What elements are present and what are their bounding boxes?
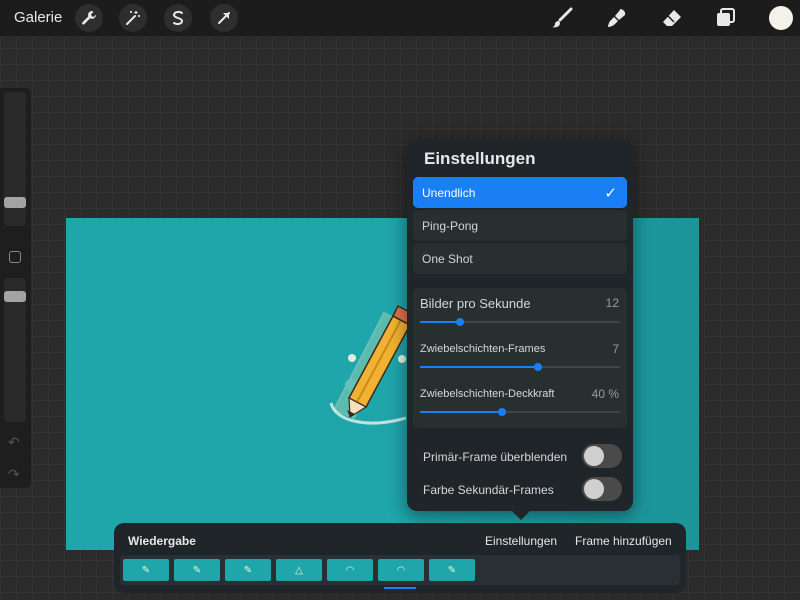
playback-button[interactable]: Wiedergabe [128, 534, 196, 548]
toggle-knob [584, 446, 604, 466]
animation-sliders: Bilder pro Sekunde 12 Zwiebelschichten-F… [413, 288, 627, 428]
transform-arrow-icon[interactable] [210, 4, 238, 32]
frame-thumbnail[interactable]: ◠ [327, 559, 373, 581]
undo-icon[interactable]: ↶ [8, 434, 20, 451]
mode-one-shot[interactable]: One Shot [413, 243, 627, 274]
top-toolbar: Galerie [0, 0, 800, 36]
frame-glyph: ✎ [192, 564, 202, 576]
brush-size-thumb[interactable] [4, 197, 26, 208]
mode-label: Unendlich [422, 185, 476, 200]
animation-settings-popover: Einstellungen Unendlich ✓ Ping-Pong One … [407, 140, 633, 511]
frame-timeline[interactable]: ✎ ✎ ✎ △ ◠ ◠ ✎ [120, 555, 680, 585]
mode-infinite[interactable]: Unendlich ✓ [413, 177, 627, 208]
wrench-icon[interactable] [75, 4, 103, 32]
color-secondary-label: Farbe Sekundär-Frames [423, 483, 554, 497]
fps-slider-fill [420, 321, 460, 323]
onion-opacity-slider-knob[interactable] [498, 408, 506, 416]
blend-primary-toggle[interactable] [582, 444, 622, 468]
add-frame-button[interactable]: Frame hinzufügen [575, 534, 672, 548]
onion-frames-slider-fill [420, 366, 538, 368]
onion-frames-label: Zwiebelschichten-Frames [420, 343, 546, 355]
frame-glyph: ✎ [447, 564, 457, 576]
frame-glyph: ◠ [396, 564, 406, 576]
brush-icon[interactable] [549, 5, 575, 31]
redo-icon[interactable]: ↷ [8, 466, 20, 483]
mode-ping-pong[interactable]: Ping-Pong [413, 210, 627, 241]
color-secondary-toggle[interactable] [582, 477, 622, 501]
popover-arrow [510, 509, 532, 520]
eraser-icon[interactable] [659, 5, 685, 31]
mode-label: Ping-Pong [422, 218, 479, 233]
magic-wand-icon[interactable] [119, 4, 147, 32]
frame-thumbnail[interactable]: ✎ [123, 559, 169, 581]
frame-glyph: ◠ [345, 564, 355, 576]
fps-label: Bilder pro Sekunde [420, 296, 531, 311]
frame-glyph: ✎ [141, 564, 151, 576]
settings-button[interactable]: Einstellungen [485, 534, 557, 548]
fps-slider-knob[interactable] [456, 318, 464, 326]
selection-icon[interactable] [164, 4, 192, 32]
gallery-button[interactable]: Galerie [14, 9, 62, 26]
smudge-icon[interactable] [604, 5, 630, 31]
fps-value: 12 [605, 296, 619, 310]
current-frame-indicator [384, 587, 416, 589]
frame-glyph: △ [295, 564, 303, 576]
frame-glyph: ✎ [243, 564, 253, 576]
onion-opacity-slider[interactable] [420, 408, 620, 416]
color-picker-button[interactable] [769, 6, 793, 30]
checkmark-icon: ✓ [604, 185, 617, 202]
onion-opacity-slider-fill [420, 411, 502, 413]
modify-button[interactable] [9, 251, 21, 263]
opacity-thumb[interactable] [4, 291, 26, 302]
frame-thumbnail[interactable]: △ [276, 559, 322, 581]
onion-opacity-label: Zwiebelschichten-Deckkraft [420, 388, 555, 400]
animation-assist-bar: Wiedergabe Einstellungen Frame hinzufüge… [114, 523, 686, 593]
left-sidebar: ↶ ↷ [0, 88, 31, 488]
frame-thumbnail[interactable]: ✎ [429, 559, 475, 581]
layers-icon[interactable] [713, 5, 739, 31]
onion-frames-slider-knob[interactable] [534, 363, 542, 371]
frame-thumbnail[interactable]: ✎ [225, 559, 271, 581]
frame-thumbnail[interactable]: ✎ [174, 559, 220, 581]
popover-title: Einstellungen [424, 149, 536, 168]
fps-slider[interactable] [420, 318, 620, 326]
mode-label: One Shot [422, 251, 473, 266]
blend-primary-label: Primär-Frame überblenden [423, 450, 568, 464]
onion-frames-value: 7 [612, 342, 619, 356]
frame-thumbnail[interactable]: ◠ [378, 559, 424, 581]
toggle-knob [584, 479, 604, 499]
onion-opacity-value: 40 % [591, 387, 619, 401]
onion-frames-slider[interactable] [420, 363, 620, 371]
